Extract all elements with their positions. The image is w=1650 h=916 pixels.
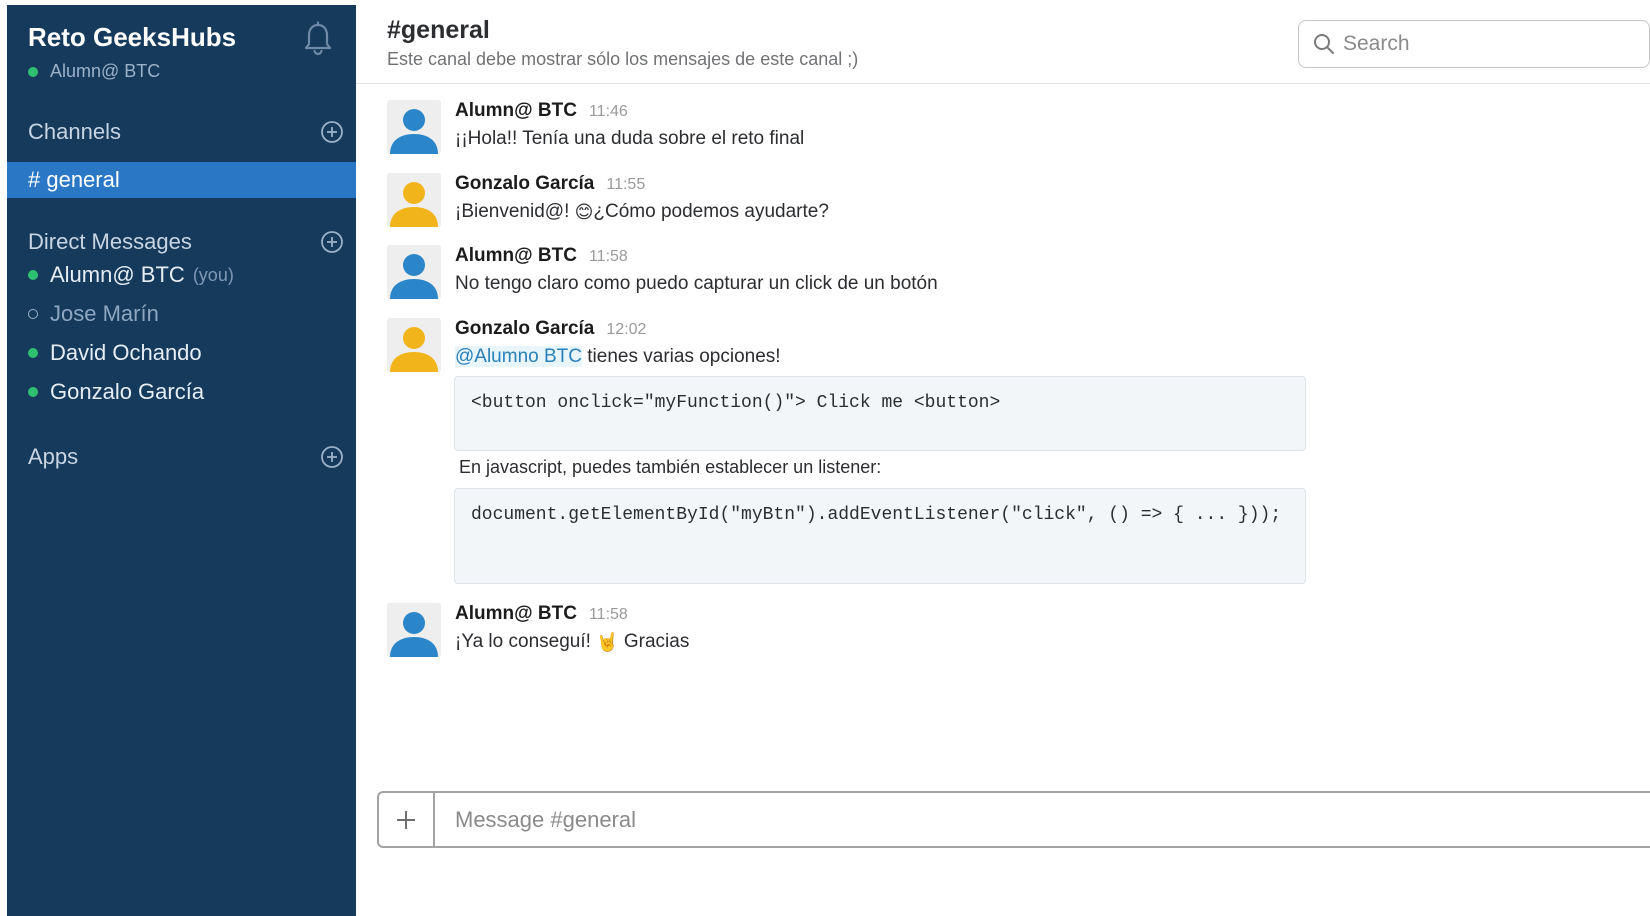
add-channel-icon[interactable] (320, 120, 344, 144)
team-name[interactable]: Reto GeeksHubs (28, 22, 236, 53)
message-text: ¡¡Hola!! Tenía una duda sobre el reto fi… (455, 128, 805, 149)
channel-topic: Este canal debe mostrar sólo los mensaje… (387, 49, 859, 69)
message-text-part: ¡Ya lo conseguí! (455, 631, 597, 652)
message-time: 11:58 (588, 248, 628, 265)
message-text: En javascript, puedes también establecer… (459, 457, 882, 477)
rock-on-emoji-icon: 🤘 (596, 632, 619, 652)
current-user-status: Alumn@ BTC (28, 61, 160, 82)
channel-header: #general Este canal debe mostrar sólo lo… (356, 5, 1650, 84)
message-time: 11:58 (588, 606, 628, 623)
message-text: @Alumno BTC tienes varias opciones! (455, 346, 1355, 368)
message-body: Gonzalo García 12:02 @Alumno BTC tienes … (455, 318, 1355, 368)
user-avatar-icon (387, 245, 441, 299)
apps-section-header[interactable]: Apps (28, 441, 348, 473)
user-avatar-icon (387, 603, 441, 657)
message-text: ¡Bienvenid@! 😊¿Cómo podemos ayudarte? (455, 201, 1355, 223)
message-author[interactable]: Gonzalo García (455, 318, 594, 340)
dm-name: David Ochando (50, 340, 202, 365)
message-time: 11:55 (606, 176, 646, 193)
main-panel: #general Este canal debe mostrar sólo lo… (356, 5, 1650, 916)
channel-item-general[interactable]: # general (7, 162, 356, 198)
online-status-icon (28, 348, 38, 358)
channel-title: #general (387, 16, 490, 44)
message-time: 11:46 (588, 103, 628, 120)
add-app-icon[interactable] (320, 445, 344, 469)
message-author[interactable]: Alumn@ BTC (455, 100, 577, 122)
channels-section-header[interactable]: Channels (28, 116, 348, 148)
plus-icon (397, 810, 415, 829)
message-text: No tengo claro como puedo capturar un cl… (455, 273, 938, 294)
message-text-part: Gracias (618, 631, 690, 652)
dm-item-jose-marin[interactable]: Jose Marín (28, 299, 159, 329)
add-dm-icon[interactable] (320, 230, 344, 254)
message-text-part: ¡Bienvenid@! (455, 201, 575, 222)
dm-item-alumn-btc[interactable]: Alumn@ BTC (you) (28, 260, 234, 290)
message-input[interactable] (435, 793, 1650, 846)
code-block: document.getElementById("myBtn").addEven… (454, 488, 1306, 584)
avatar[interactable] (387, 245, 441, 299)
dm-name: Alumn@ BTC (50, 262, 185, 287)
search-input[interactable] (1343, 32, 1633, 56)
smile-emoji-icon: 😊 (574, 202, 594, 222)
dm-header-label: Direct Messages (28, 229, 192, 254)
search-icon (1314, 34, 1334, 54)
search-box[interactable] (1298, 20, 1650, 68)
message-body: Alumn@ BTC 11:58 No tengo claro como pue… (455, 245, 1355, 295)
message-time: 12:02 (606, 321, 647, 338)
online-status-icon (28, 66, 38, 77)
dm-item-david-ochando[interactable]: David Ochando (28, 338, 202, 368)
user-avatar-icon (387, 318, 441, 372)
apps-header-label: Apps (28, 444, 79, 469)
message-author[interactable]: Gonzalo García (455, 173, 594, 195)
channels-header-label: Channels (28, 119, 121, 144)
message-body: Alumn@ BTC 11:58 ¡Ya lo conseguí! 🤘 Grac… (455, 603, 1355, 653)
message-body: Gonzalo García 11:55 ¡Bienvenid@! 😊¿Cómo… (455, 173, 1355, 223)
dm-name: Jose Marín (50, 301, 159, 326)
message-author[interactable]: Alumn@ BTC (455, 603, 577, 625)
user-mention[interactable]: @Alumno BTC (455, 346, 582, 367)
message-author[interactable]: Alumn@ BTC (455, 245, 577, 267)
current-user-name: Alumn@ BTC (50, 61, 161, 81)
dm-section-header[interactable]: Direct Messages (28, 226, 348, 258)
message-text: ¡Ya lo conseguí! 🤘 Gracias (455, 631, 1355, 653)
user-avatar-icon (387, 173, 441, 227)
offline-status-icon (28, 309, 38, 319)
message-text-part: tienes varias opciones! (582, 346, 781, 367)
message-body: Alumn@ BTC 11:46 ¡¡Hola!! Tenía una duda… (455, 100, 1355, 150)
online-status-icon (28, 387, 38, 397)
avatar[interactable] (387, 318, 441, 372)
dm-item-gonzalo-garcia[interactable]: Gonzalo García (28, 377, 204, 407)
sidebar: Reto GeeksHubs Alumn@ BTC Channels # gen… (7, 5, 356, 916)
code-block: <button onclick="myFunction()"> Click me… (454, 376, 1306, 451)
dm-you-suffix: (you) (192, 264, 234, 285)
message-composer (377, 791, 1650, 848)
channel-item-label: # general (28, 167, 120, 192)
user-avatar-icon (387, 100, 441, 154)
attach-button[interactable] (379, 793, 435, 846)
avatar[interactable] (387, 603, 441, 657)
online-status-icon (28, 270, 38, 280)
app-window: Reto GeeksHubs Alumn@ BTC Channels # gen… (7, 5, 1650, 916)
bell-icon[interactable] (302, 21, 334, 57)
dm-name: Gonzalo García (50, 379, 205, 404)
avatar[interactable] (387, 173, 441, 227)
message-text-part: ¿Cómo podemos ayudarte? (593, 201, 829, 222)
avatar[interactable] (387, 100, 441, 154)
